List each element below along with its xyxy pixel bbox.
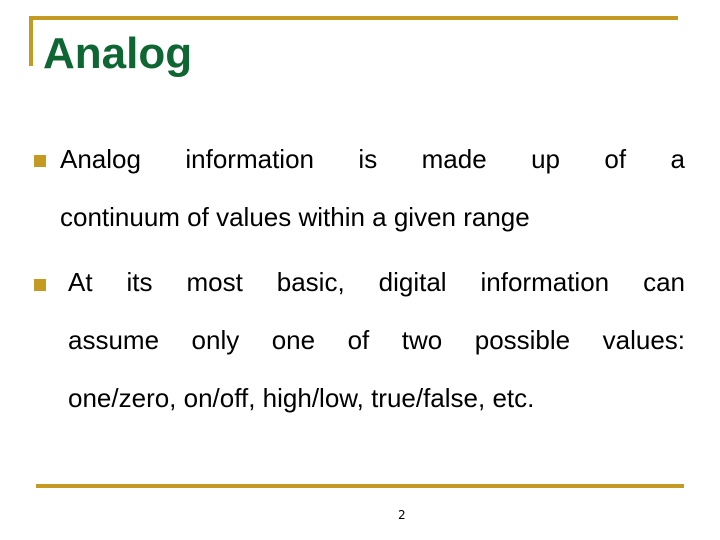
bullet-paragraph-2: At its most basic, digital information c… (68, 253, 685, 427)
bullet-2-line-3: one/zero, on/off, high/low, true/false, … (68, 383, 535, 413)
left-rule (29, 16, 33, 66)
bullet-2-line-1: At its most basic, digital information c… (68, 267, 685, 297)
bullet-marker-icon (34, 155, 46, 167)
top-rule (30, 16, 678, 20)
slide-title: Analog (43, 29, 193, 78)
bullet-1-line-2: continuum of values within a given range (60, 202, 530, 232)
bullet-paragraph-1: Analog information is made up of a conti… (60, 130, 685, 246)
page-number: 2 (398, 508, 406, 522)
bottom-rule (36, 484, 684, 488)
bullet-marker-icon (34, 279, 46, 291)
bullet-1-line-1: Analog information is made up of a (60, 144, 685, 174)
bullet-2-line-2: assume only one of two possible values: (68, 325, 685, 355)
